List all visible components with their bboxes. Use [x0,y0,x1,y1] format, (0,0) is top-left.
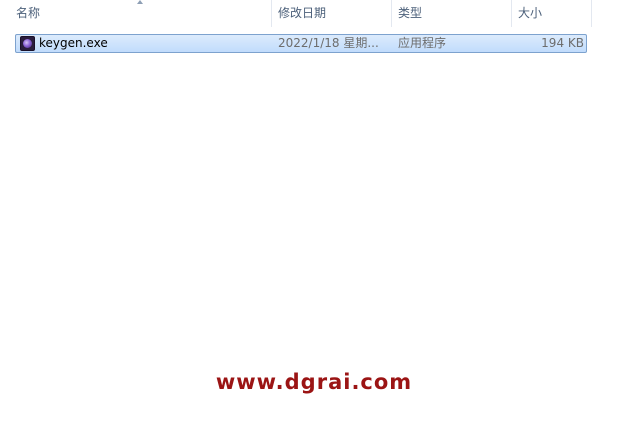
column-header-type[interactable]: 类型 [392,0,512,27]
column-header-date-modified[interactable]: 修改日期 [272,0,392,27]
file-date-modified: 2022/1/18 星期... [278,36,379,50]
file-type: 应用程序 [398,36,447,50]
column-header-name[interactable]: 名称 [10,0,272,27]
column-header-size[interactable]: 大小 [512,0,592,27]
application-exe-icon [20,36,35,51]
file-size: 194 KB [541,36,584,50]
file-row-keygen[interactable]: keygen.exe 2022/1/18 星期... 应用程序 194 KB [15,34,587,53]
sort-ascending-icon [137,0,143,4]
column-header-bar: 名称 修改日期 类型 大小 [0,0,628,27]
watermark-text: www.dgrai.com [215,370,413,394]
file-name: keygen.exe [39,36,108,50]
